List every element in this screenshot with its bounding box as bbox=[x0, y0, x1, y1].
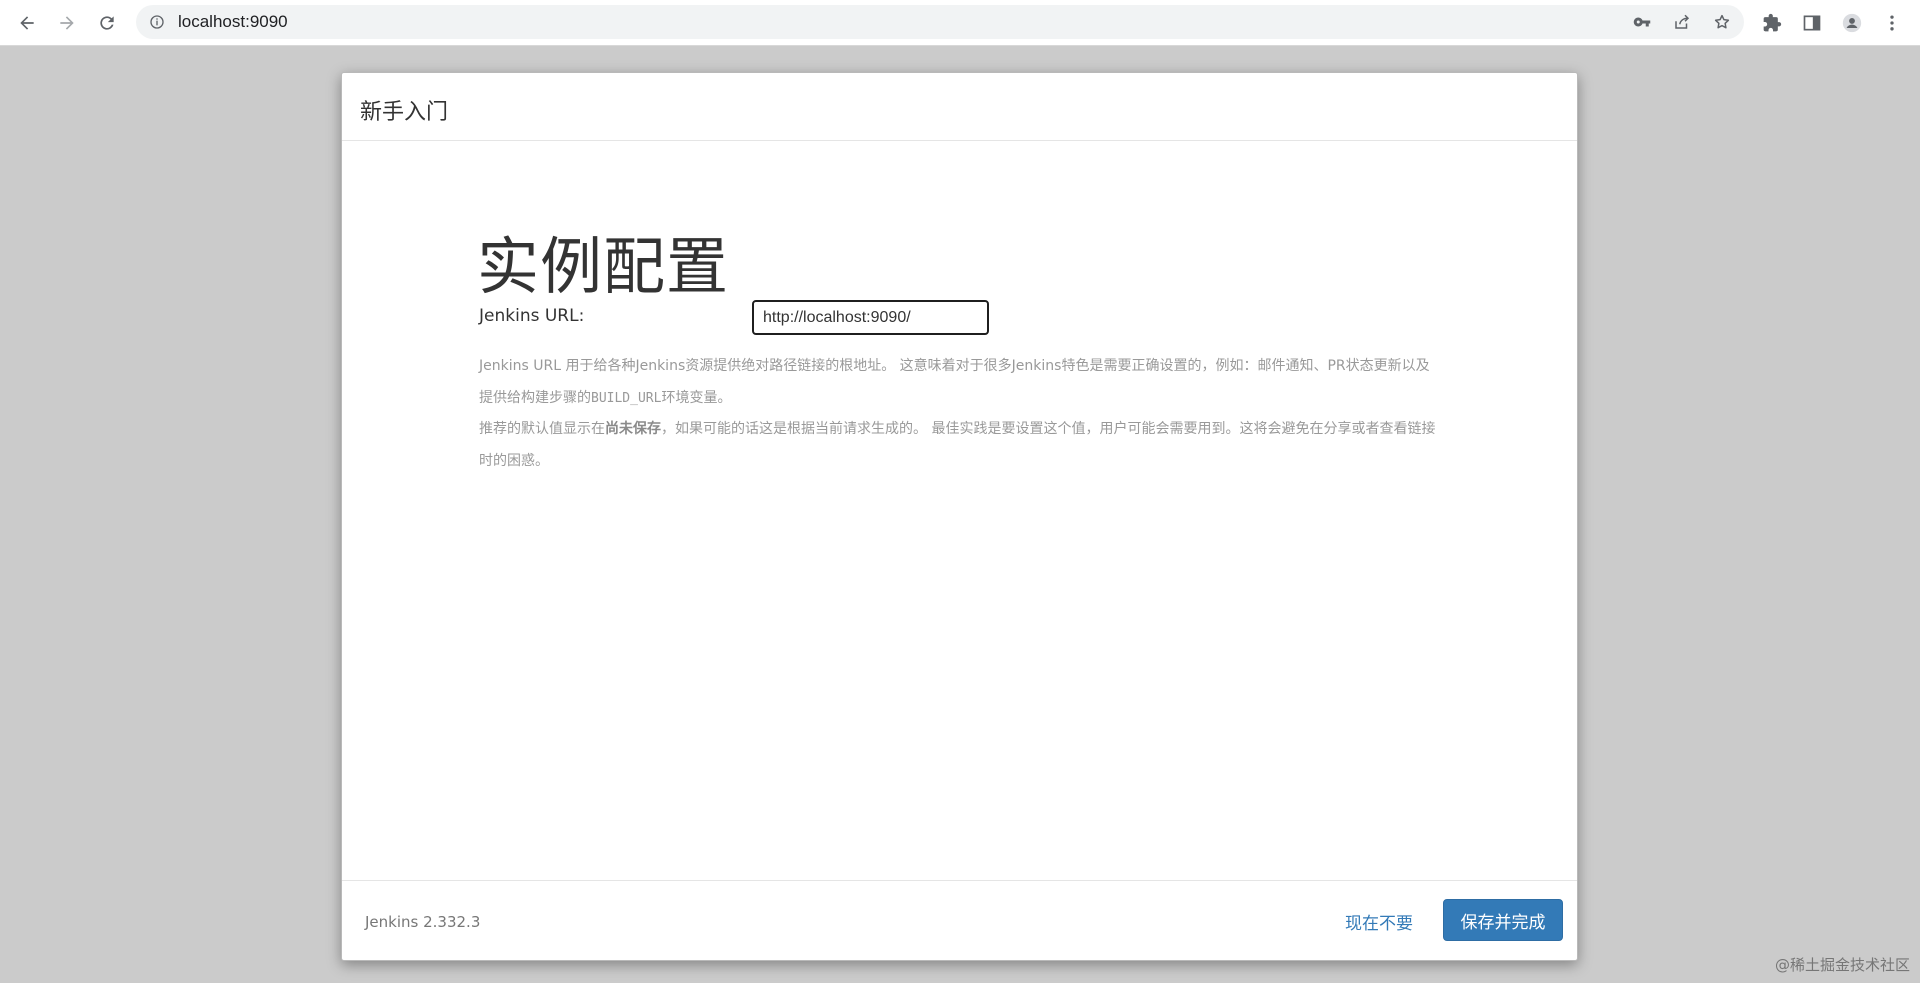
dialog-footer: Jenkins 2.332.3 现在不要 保存并完成 bbox=[342, 880, 1577, 960]
browser-toolbar: localhost:9090 bbox=[0, 0, 1920, 45]
address-url[interactable]: localhost:9090 bbox=[178, 5, 288, 39]
star-icon bbox=[1714, 14, 1730, 29]
side-panel-icon bbox=[1803, 15, 1821, 31]
watermark: @稀土掘金技术社区 bbox=[1774, 956, 1910, 974]
arrow-right-icon bbox=[60, 16, 74, 30]
skip-button[interactable]: 现在不要 bbox=[1345, 909, 1413, 934]
reload-icon bbox=[100, 16, 114, 30]
jenkins-url-label: Jenkins URL: bbox=[479, 306, 585, 326]
share-button[interactable] bbox=[1672, 12, 1692, 32]
address-bar[interactable]: localhost:9090 bbox=[136, 5, 1744, 39]
puzzle-icon bbox=[1763, 13, 1782, 32]
info-icon[interactable] bbox=[149, 14, 165, 30]
forward-button[interactable] bbox=[53, 9, 81, 37]
build-url-code: BUILD_URL bbox=[591, 390, 662, 406]
not-saved-emphasis: 尚未保存 bbox=[605, 421, 661, 437]
help-paragraph-2: 推荐的默认值显示在尚未保存，如果可能的话这是根据当前请求生成的。 最佳实践是要设… bbox=[479, 421, 1436, 469]
share-icon bbox=[1675, 14, 1690, 29]
dialog-title: 新手入门 bbox=[360, 100, 449, 125]
jenkins-url-input[interactable] bbox=[752, 300, 989, 335]
extensions-button[interactable] bbox=[1758, 9, 1786, 37]
jenkins-version: Jenkins 2.332.3 bbox=[365, 913, 481, 931]
menu-button[interactable] bbox=[1878, 9, 1906, 37]
dialog-body: 实例配置 Jenkins URL: Jenkins URL 用于给各种Jenki… bbox=[342, 141, 1577, 955]
more-vert-icon bbox=[1890, 15, 1894, 31]
save-and-finish-button[interactable]: 保存并完成 bbox=[1443, 899, 1563, 941]
help-text: Jenkins URL 用于给各种Jenkins资源提供绝对路径链接的根地址。 … bbox=[479, 351, 1439, 477]
setup-wizard-dialog: 新手入门 实例配置 Jenkins URL: Jenkins URL 用于给各种… bbox=[341, 72, 1578, 961]
dialog-header: 新手入门 bbox=[342, 73, 1577, 141]
side-panel-button[interactable] bbox=[1798, 9, 1826, 37]
back-button[interactable] bbox=[13, 9, 41, 37]
page-heading: 实例配置 bbox=[477, 230, 730, 303]
password-key-button[interactable] bbox=[1632, 12, 1652, 32]
avatar-icon bbox=[1842, 13, 1862, 33]
key-icon bbox=[1633, 17, 1651, 27]
help-paragraph-1: Jenkins URL 用于给各种Jenkins资源提供绝对路径链接的根地址。 … bbox=[479, 358, 1430, 406]
bookmark-button[interactable] bbox=[1712, 12, 1732, 32]
profile-button[interactable] bbox=[1838, 9, 1866, 37]
reload-button[interactable] bbox=[93, 9, 121, 37]
arrow-left-icon bbox=[20, 16, 34, 30]
